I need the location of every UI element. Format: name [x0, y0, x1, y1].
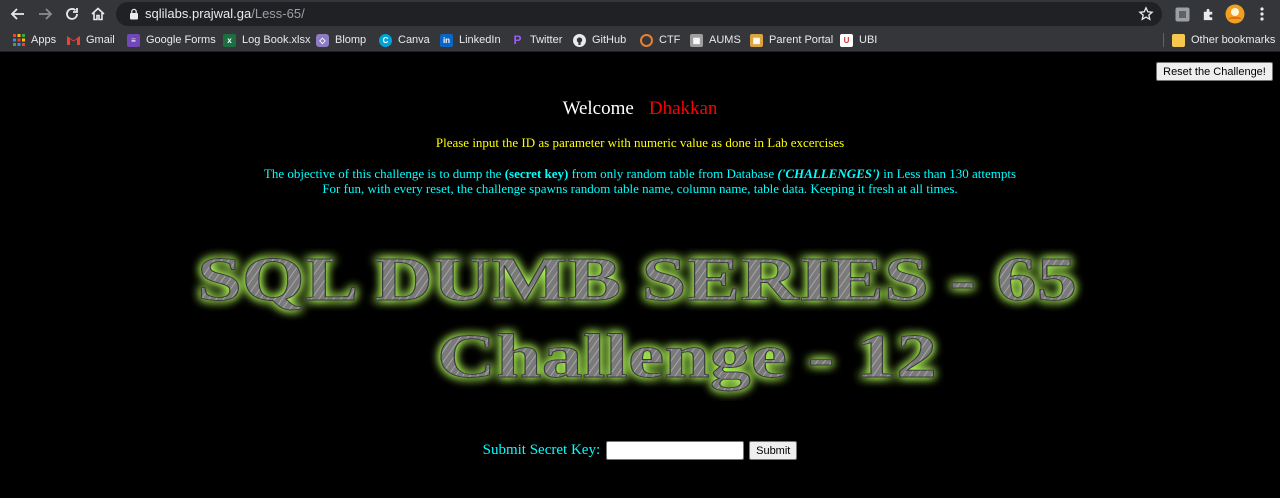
- ubi-icon: U: [840, 33, 853, 47]
- bookmark-label: Other bookmarks: [1191, 34, 1276, 46]
- bookmark-canva[interactable]: C Canva: [379, 32, 430, 48]
- extensions-menu-button[interactable]: [1198, 4, 1218, 24]
- instruction-text: Please input the ID as parameter with nu…: [435, 135, 845, 150]
- avatar-icon: [1225, 4, 1245, 24]
- bookmark-google-forms[interactable]: ≡ Google Forms: [127, 32, 216, 48]
- twitter-icon: P: [513, 33, 522, 47]
- canva-icon: C: [379, 33, 392, 47]
- bookmark-label: Canva: [398, 34, 430, 46]
- forward-button[interactable]: [34, 3, 56, 25]
- bookmark-ubi[interactable]: U UBI: [840, 32, 877, 48]
- banner-graphic: SQL DUMB SERIES - 65 Challenge - 12: [197, 246, 1078, 392]
- challenge-banner: SQL DUMB SERIES - 65 Challenge - 12: [190, 231, 1090, 401]
- bookmark-parent-portal[interactable]: ▦ Parent Portal: [750, 32, 833, 48]
- aums-icon: ▦: [690, 33, 703, 47]
- back-button[interactable]: [7, 3, 29, 25]
- gmail-icon: [67, 34, 80, 47]
- bookmark-blomp[interactable]: ◇ Blomp: [316, 32, 366, 48]
- blomp-icon: ◇: [316, 33, 329, 47]
- bookmark-other-folder[interactable]: Other bookmarks: [1172, 32, 1275, 48]
- submit-button[interactable]: Submit: [749, 441, 798, 460]
- arrow-right-icon: [39, 8, 53, 20]
- banner-title-line1: SQL DUMB SERIES - 65: [197, 246, 1077, 314]
- objective-part2: from only random table from Database: [568, 166, 778, 181]
- bookmark-label: Apps: [31, 34, 57, 46]
- bookmark-log-book[interactable]: x Log Book.xlsx: [223, 32, 310, 48]
- reload-icon: [66, 8, 78, 20]
- browser-menu-button[interactable]: [1252, 4, 1272, 24]
- bookmark-label: Blomp: [335, 34, 367, 46]
- bookmark-label: UBI: [859, 34, 878, 46]
- bookmark-label: Log Book.xlsx: [242, 34, 311, 46]
- bookmark-label: LinkedIn: [459, 34, 501, 46]
- bookmark-label: CTF: [659, 34, 681, 46]
- arrow-left-icon: [10, 8, 24, 20]
- bookmark-separator: [1163, 33, 1164, 47]
- extension-button[interactable]: [1172, 4, 1192, 24]
- home-icon: [91, 7, 105, 21]
- bookmark-label: GitHub: [592, 34, 627, 46]
- welcome-username: Dhakkan: [648, 98, 718, 119]
- linkedin-icon: in: [440, 33, 453, 47]
- profile-button[interactable]: [1225, 4, 1245, 24]
- bookmark-star-icon[interactable]: [1138, 6, 1154, 22]
- apps-grid-icon: [12, 34, 25, 47]
- bookmark-label: Parent Portal: [769, 34, 834, 46]
- objective-text: The objective of this challenge is to du…: [0, 166, 1280, 196]
- submit-form: Submit Secret Key: Submit: [0, 441, 1280, 460]
- bookmarks-bar: Apps Gmail ≡ Google Forms x Log Book.xlsx …: [0, 28, 1280, 52]
- bookmark-twitter[interactable]: P Twitter: [511, 32, 562, 48]
- reset-challenge-button[interactable]: Reset the Challenge!: [1156, 62, 1273, 81]
- objective-part3: in Less than 130 attempts: [879, 166, 1017, 181]
- bookmark-label: Google Forms: [146, 34, 216, 46]
- objective-database: ('CHALLENGES'): [777, 166, 880, 181]
- google-forms-icon: ≡: [127, 33, 140, 47]
- ctf-icon: [640, 33, 653, 47]
- bookmark-gmail[interactable]: Gmail: [67, 32, 115, 48]
- github-icon: [573, 33, 586, 47]
- parent-portal-icon: ▦: [750, 33, 763, 47]
- address-bar[interactable]: sqlilabs.prajwal.ga/Less-65/: [116, 2, 1162, 26]
- page-content: Reset the Challenge! Welcome Dhakkan Plea…: [0, 53, 1280, 498]
- bookmark-linkedin[interactable]: in LinkedIn: [440, 32, 501, 48]
- more-vert-icon: [1260, 7, 1264, 21]
- lock-icon: [130, 8, 138, 20]
- home-button[interactable]: [87, 3, 109, 25]
- browser-toolbar: sqlilabs.prajwal.ga/Less-65/: [0, 0, 1280, 28]
- secret-key-input[interactable]: [606, 441, 745, 460]
- bookmark-label: Twitter: [530, 34, 563, 46]
- fun-line: For fun, with every reset, the challenge…: [322, 181, 958, 196]
- puzzle-icon: [1203, 8, 1212, 20]
- objective-secret-key: (secret key): [504, 166, 569, 181]
- objective-line: The objective of this challenge is to du…: [0, 166, 1280, 181]
- extension-box-icon: [1175, 7, 1189, 21]
- url-host: sqlilabs.prajwal.ga: [145, 6, 252, 21]
- excel-icon: x: [223, 33, 236, 47]
- welcome-heading: Welcome Dhakkan: [0, 98, 1280, 120]
- url-text: sqlilabs.prajwal.ga/Less-65/: [145, 6, 305, 22]
- objective-part1: The objective of this challenge is to du…: [263, 166, 505, 181]
- welcome-label: Welcome: [562, 98, 634, 119]
- bookmark-label: Gmail: [86, 34, 115, 46]
- bookmark-ctf[interactable]: CTF: [640, 32, 680, 48]
- banner-title-line2: Challenge - 12: [437, 323, 937, 391]
- submit-key-label: Submit Secret Key:: [482, 442, 601, 458]
- folder-icon: [1172, 33, 1185, 47]
- bookmark-github[interactable]: GitHub: [573, 32, 626, 48]
- bookmark-aums[interactable]: ▦ AUMS: [690, 32, 741, 48]
- bookmark-label: AUMS: [709, 34, 741, 46]
- reload-button[interactable]: [61, 3, 83, 25]
- bookmark-apps[interactable]: Apps: [12, 32, 56, 48]
- url-path: /Less-65/: [251, 6, 305, 21]
